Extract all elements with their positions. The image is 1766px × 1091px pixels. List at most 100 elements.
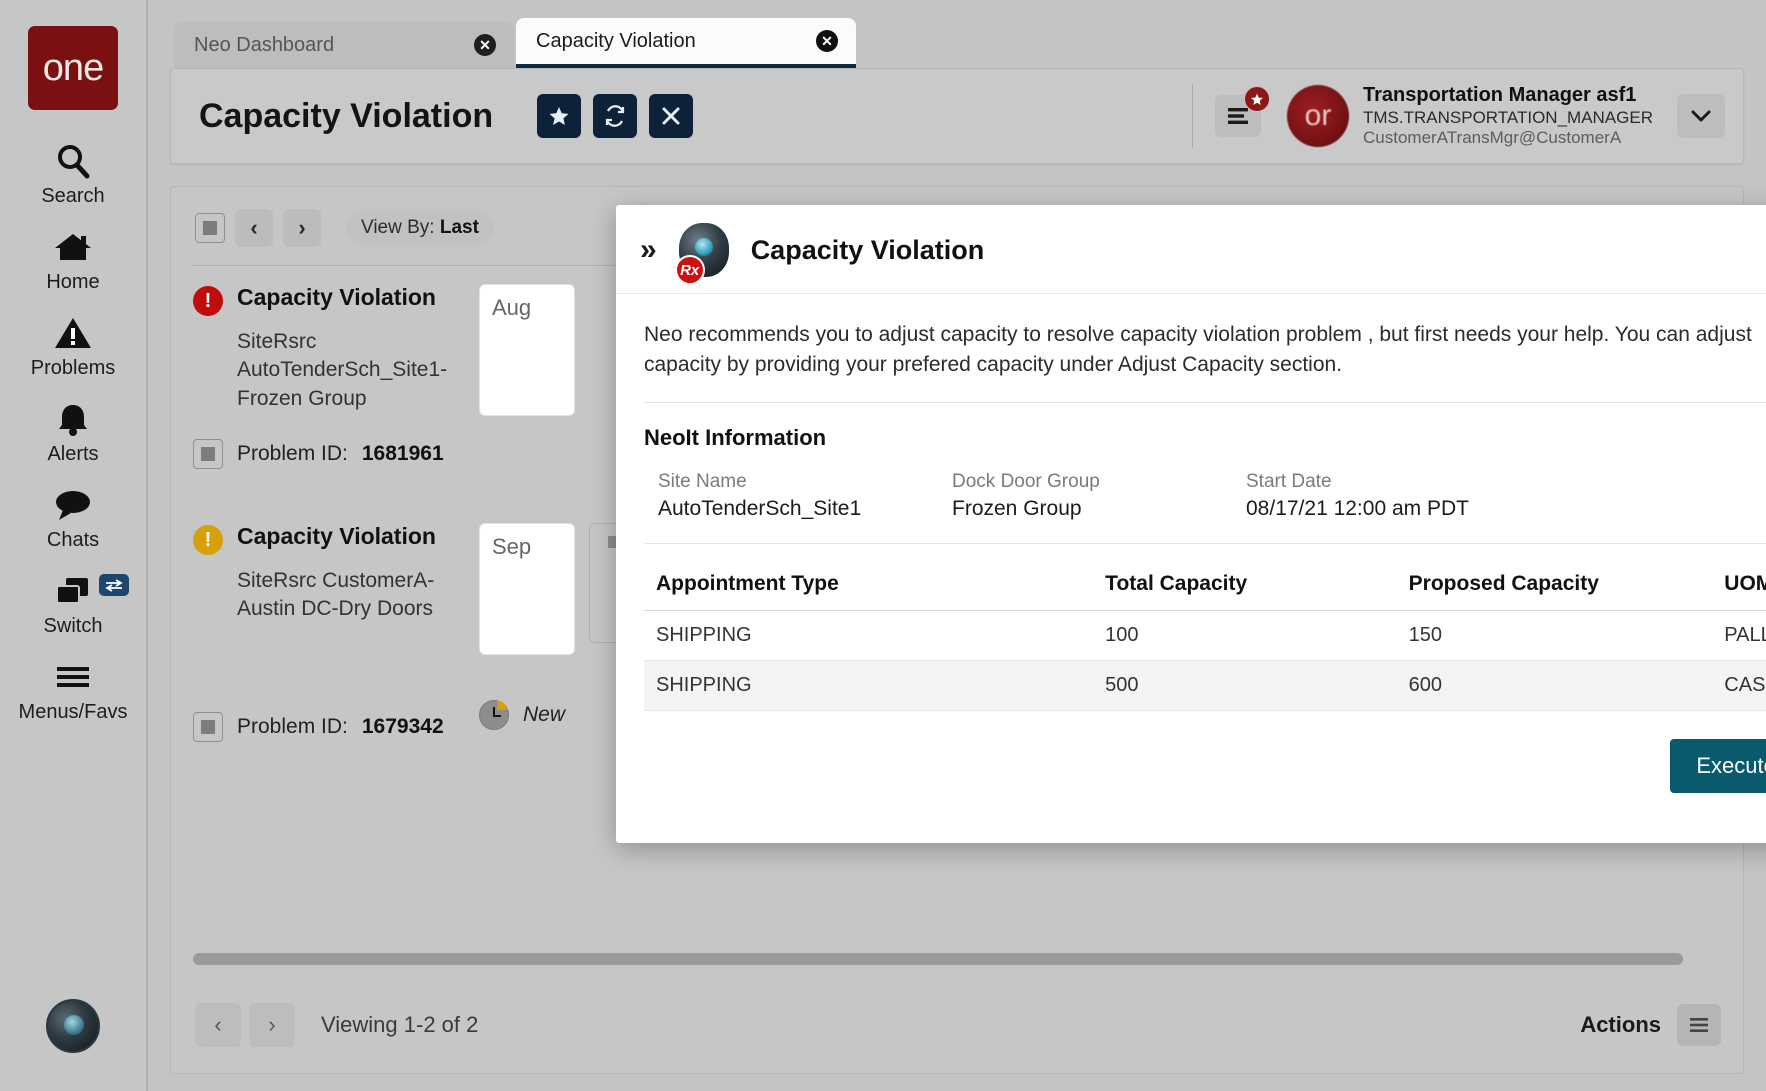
sidebar-item-chats[interactable]: Chats: [0, 484, 147, 552]
windows-stack-icon: [53, 570, 93, 612]
month-card: Sep: [479, 523, 575, 655]
user-name: Transportation Manager asf1: [1363, 84, 1653, 108]
tab-close-icon[interactable]: ✕: [816, 30, 838, 52]
user-email: CustomerATransMgr@CustomerA: [1363, 128, 1653, 148]
sidebar-item-menus-favs[interactable]: Menus/Favs: [0, 656, 147, 724]
sidebar-item-search[interactable]: Search: [0, 140, 147, 208]
tab-strip: Neo Dashboard ✕ Capacity Violation ✕: [170, 0, 1744, 68]
field-label: Dock Door Group: [952, 471, 1232, 493]
header-divider: [1192, 84, 1193, 148]
hamburger-icon: [53, 656, 93, 698]
neoit-fields: Site Name AutoTenderSch_Site1 Dock Door …: [644, 471, 1766, 544]
problem-id-label: Problem ID:: [237, 442, 348, 466]
search-icon: [53, 140, 93, 182]
field-dock-door-group: Dock Door Group Frozen Group: [938, 471, 1232, 521]
field-site-name: Site Name AutoTenderSch_Site1: [644, 471, 938, 521]
cell-total-capacity: 100: [1093, 610, 1397, 660]
tab-neo-dashboard[interactable]: Neo Dashboard ✕: [174, 22, 514, 68]
section-title-neoit-information: NeoIt Information: [644, 425, 1766, 451]
problem-subtitle: SiteRsrc CustomerA-Austin DC-Dry Doors: [237, 567, 455, 624]
tab-close-icon[interactable]: ✕: [474, 34, 496, 56]
problem-title: Capacity Violation: [237, 284, 436, 311]
problem-summary: ! Capacity Violation SiteRsrc CustomerA-…: [193, 523, 455, 742]
one-logo: one: [28, 26, 118, 110]
sidebar-label-switch: Switch: [44, 615, 103, 638]
cell-appointment-type: SHIPPING: [644, 660, 1093, 710]
capacity-table: Appointment Type Total Capacity Proposed…: [644, 558, 1766, 711]
previous-page-button[interactable]: ‹: [195, 1003, 241, 1047]
problem-id-line: Problem ID: 1681961: [193, 439, 455, 469]
tab-label: Neo Dashboard: [194, 34, 334, 57]
footer-actions-menu-button[interactable]: [1677, 1004, 1721, 1046]
neo-avatar: Rx: [679, 223, 729, 277]
severity-badge-warning: !: [193, 525, 223, 555]
page-title: Capacity Violation: [199, 97, 493, 136]
main-area: Neo Dashboard ✕ Capacity Violation ✕ Cap…: [148, 0, 1766, 1091]
select-all-checkbox[interactable]: [195, 213, 225, 243]
sidebar-item-alerts[interactable]: Alerts: [0, 398, 147, 466]
problem-mini-card-1[interactable]: Aug: [479, 284, 575, 469]
problem-select-checkbox[interactable]: [193, 712, 223, 742]
user-menu-button[interactable]: [1677, 94, 1725, 138]
switch-toggle-badge[interactable]: [99, 574, 129, 596]
field-start-date: Start Date 08/17/21 12:00 am PDT: [1232, 471, 1766, 521]
dialog-footer: Execute Now: [644, 711, 1766, 819]
refresh-button[interactable]: [593, 94, 637, 138]
cell-proposed-capacity: 150: [1397, 610, 1713, 660]
table-row[interactable]: SHIPPING 500 600 CASE: [644, 660, 1766, 710]
cell-uom: PALLET: [1712, 610, 1766, 660]
application-window: one Search Home Problems Alerts: [0, 0, 1766, 1091]
column-header-appointment-type: Appointment Type: [644, 558, 1093, 611]
neo-assistant-avatar[interactable]: [46, 999, 100, 1053]
menu-favorites-button[interactable]: [1215, 95, 1261, 137]
problem-id-line: Problem ID: 1679342: [193, 712, 455, 742]
page-header: Capacity Violation: [170, 68, 1744, 164]
table-header-row: Appointment Type Total Capacity Proposed…: [644, 558, 1766, 611]
field-value: AutoTenderSch_Site1: [658, 497, 938, 521]
star-icon: [1244, 86, 1270, 112]
problem-select-checkbox[interactable]: [193, 439, 223, 469]
double-chevron-right-icon[interactable]: »: [640, 235, 657, 265]
next-page-button[interactable]: ›: [249, 1003, 295, 1047]
sidebar-label-problems: Problems: [31, 357, 115, 380]
list-footer: ‹ › Viewing 1-2 of 2 Actions: [171, 977, 1743, 1073]
sidebar-label-alerts: Alerts: [47, 443, 98, 466]
warning-triangle-icon: [53, 312, 93, 354]
field-label: Start Date: [1246, 471, 1766, 493]
chat-bubble-icon: [53, 484, 93, 526]
view-by-label: View By:: [361, 217, 435, 238]
header-action-buttons: [537, 94, 693, 138]
sidebar-label-search: Search: [41, 185, 104, 208]
sidebar-item-switch[interactable]: Switch: [0, 570, 147, 638]
viewing-count-text: Viewing 1-2 of 2: [321, 1012, 478, 1038]
problem-id-value: 1681961: [362, 442, 444, 466]
tab-label: Capacity Violation: [536, 30, 696, 53]
left-navigation-rail: one Search Home Problems Alerts: [0, 0, 148, 1091]
tab-capacity-violation[interactable]: Capacity Violation ✕: [516, 18, 856, 68]
sidebar-label-home: Home: [46, 271, 99, 294]
user-info: Transportation Manager asf1 TMS.TRANSPOR…: [1363, 84, 1653, 148]
user-avatar[interactable]: or: [1287, 85, 1349, 147]
favorite-button[interactable]: [537, 94, 581, 138]
scroll-right-button[interactable]: ›: [283, 209, 321, 247]
problem-title: Capacity Violation: [237, 523, 436, 550]
execute-now-button[interactable]: Execute Now: [1670, 739, 1766, 793]
view-by-value: Last: [440, 217, 479, 238]
problem-subtitle: SiteRsrc AutoTenderSch_Site1-Frozen Grou…: [237, 328, 455, 413]
rx-badge: Rx: [675, 255, 705, 285]
capacity-violation-dialog: » Rx Capacity Violation Neo recommends y…: [616, 205, 1766, 843]
sidebar-item-home[interactable]: Home: [0, 226, 147, 294]
dialog-description: Neo recommends you to adjust capacity to…: [644, 320, 1766, 403]
horizontal-scrollbar[interactable]: [193, 953, 1683, 965]
cell-uom: CASE: [1712, 660, 1766, 710]
column-header-total-capacity: Total Capacity: [1093, 558, 1397, 611]
scroll-left-button[interactable]: ‹: [235, 209, 273, 247]
table-row[interactable]: SHIPPING 100 150 PALLET: [644, 610, 1766, 660]
close-page-button[interactable]: [649, 94, 693, 138]
sidebar-label-chats: Chats: [47, 529, 99, 552]
month-card: Aug: [479, 284, 575, 416]
dialog-body: Neo recommends you to adjust capacity to…: [616, 294, 1766, 843]
sidebar-item-problems[interactable]: Problems: [0, 312, 147, 380]
field-value: Frozen Group: [952, 497, 1232, 521]
view-by-selector[interactable]: View By: Last: [345, 211, 495, 245]
